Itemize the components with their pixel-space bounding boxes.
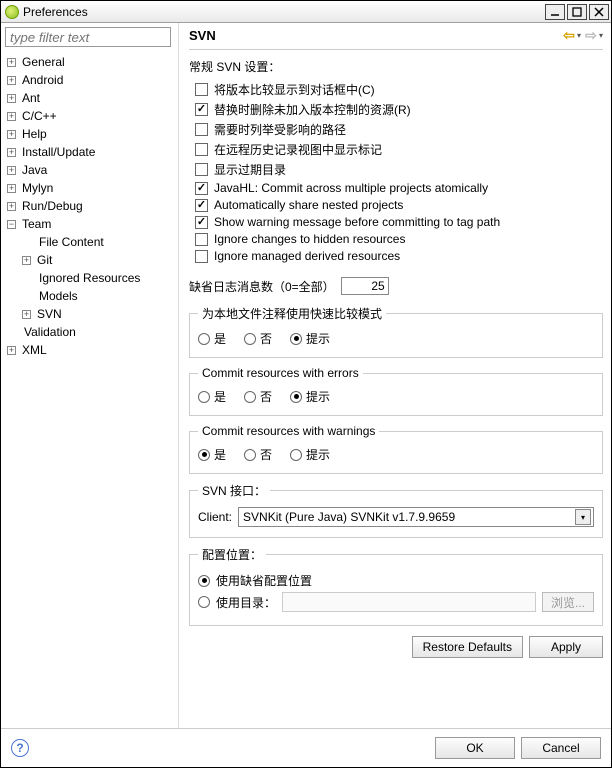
cancel-button[interactable]: Cancel	[521, 737, 601, 759]
tree-item[interactable]: Models	[22, 287, 178, 305]
checkbox[interactable]	[195, 143, 208, 156]
tree-item[interactable]: +Git	[22, 251, 178, 269]
client-label: Client:	[198, 510, 232, 524]
checkbox-label: 替换时删除未加入版本控制的资源(R)	[214, 101, 411, 118]
chevron-down-icon[interactable]: ▾	[599, 31, 603, 40]
radio[interactable]	[290, 449, 302, 461]
nav-back-button[interactable]: ⇦	[560, 27, 578, 43]
group-quick-compare: 为本地文件注释使用快速比较模式 是 否 提示	[189, 305, 603, 358]
preference-tree: +General +Android +Ant +C/C++ +Help +Ins…	[5, 53, 178, 359]
browse-button: 浏览...	[542, 592, 594, 612]
app-icon	[5, 5, 19, 19]
tree-item[interactable]: +XML	[7, 341, 178, 359]
checkbox-label: 显示过期目录	[214, 161, 286, 178]
tree-item[interactable]: +Mylyn	[7, 179, 178, 197]
group-svn-interface: SVN 接口： Client: SVNKit (Pure Java) SVNKi…	[189, 482, 603, 538]
radio[interactable]	[198, 575, 210, 587]
close-button[interactable]	[589, 4, 609, 20]
tree-item[interactable]: +Android	[7, 71, 178, 89]
checkbox[interactable]	[195, 250, 208, 263]
checkbox-label: 需要时列举受影响的路径	[214, 121, 346, 138]
checkbox[interactable]	[195, 123, 208, 136]
radio[interactable]	[290, 391, 302, 403]
help-icon[interactable]: ?	[11, 739, 29, 757]
group-commit-warnings: Commit resources with warnings 是 否 提示	[189, 424, 603, 474]
radio[interactable]	[244, 391, 256, 403]
tree-item-svn[interactable]: +SVN	[22, 305, 178, 323]
checkbox-label: 在远程历史记录视图中显示标记	[214, 141, 382, 158]
checkbox[interactable]	[195, 233, 208, 246]
log-count-input[interactable]	[341, 277, 389, 295]
tree-item[interactable]: +Java	[7, 161, 178, 179]
checkbox-label: Show warning message before committing t…	[214, 215, 500, 229]
page-title: SVN	[189, 28, 216, 43]
tree-item[interactable]: File Content	[22, 233, 178, 251]
checkbox[interactable]	[195, 163, 208, 176]
checkbox[interactable]	[195, 83, 208, 96]
checkbox-label: Automatically share nested projects	[214, 198, 403, 212]
radio[interactable]	[198, 391, 210, 403]
log-count-label: 缺省日志消息数（0=全部）	[189, 278, 335, 295]
window-title: Preferences	[23, 5, 88, 19]
checkbox[interactable]	[195, 216, 208, 229]
ok-button[interactable]: OK	[435, 737, 515, 759]
maximize-button[interactable]	[567, 4, 587, 20]
group-commit-errors: Commit resources with errors 是 否 提示	[189, 366, 603, 416]
group-config-location: 配置位置： 使用缺省配置位置 使用目录： 浏览...	[189, 546, 603, 626]
radio[interactable]	[198, 333, 210, 345]
tree-item[interactable]: −Team	[7, 215, 178, 233]
radio[interactable]	[198, 596, 210, 608]
radio[interactable]	[198, 449, 210, 461]
config-dir-input	[282, 592, 536, 612]
tree-item[interactable]: +C/C++	[7, 107, 178, 125]
tree-item[interactable]: +Help	[7, 125, 178, 143]
chevron-down-icon[interactable]: ▾	[575, 509, 591, 525]
minimize-button[interactable]	[545, 4, 565, 20]
tree-item[interactable]: Ignored Resources	[22, 269, 178, 287]
tree-item[interactable]: +General	[7, 53, 178, 71]
restore-defaults-button[interactable]: Restore Defaults	[412, 636, 523, 658]
tree-item[interactable]: +Ant	[7, 89, 178, 107]
section-general-label: 常规 SVN 设置：	[189, 58, 603, 75]
titlebar: Preferences	[1, 1, 611, 23]
checkbox[interactable]	[195, 199, 208, 212]
nav-forward-button: ⇨	[582, 27, 600, 43]
checkbox-label: 将版本比较显示到对话框中(C)	[214, 81, 375, 98]
apply-button[interactable]: Apply	[529, 636, 603, 658]
chevron-down-icon[interactable]: ▾	[577, 31, 581, 40]
checkbox[interactable]	[195, 103, 208, 116]
radio[interactable]	[244, 449, 256, 461]
tree-item[interactable]: Validation	[7, 323, 178, 341]
tree-item[interactable]: +Install/Update	[7, 143, 178, 161]
tree-item[interactable]: +Run/Debug	[7, 197, 178, 215]
checkbox-label: Ignore changes to hidden resources	[214, 232, 405, 246]
radio[interactable]	[244, 333, 256, 345]
filter-input[interactable]	[5, 27, 171, 47]
checkbox-label: Ignore managed derived resources	[214, 249, 400, 263]
checkbox-label: JavaHL: Commit across multiple projects …	[214, 181, 488, 195]
checkbox[interactable]	[195, 182, 208, 195]
radio[interactable]	[290, 333, 302, 345]
client-select[interactable]: SVNKit (Pure Java) SVNKit v1.7.9.9659 ▾	[238, 507, 594, 527]
